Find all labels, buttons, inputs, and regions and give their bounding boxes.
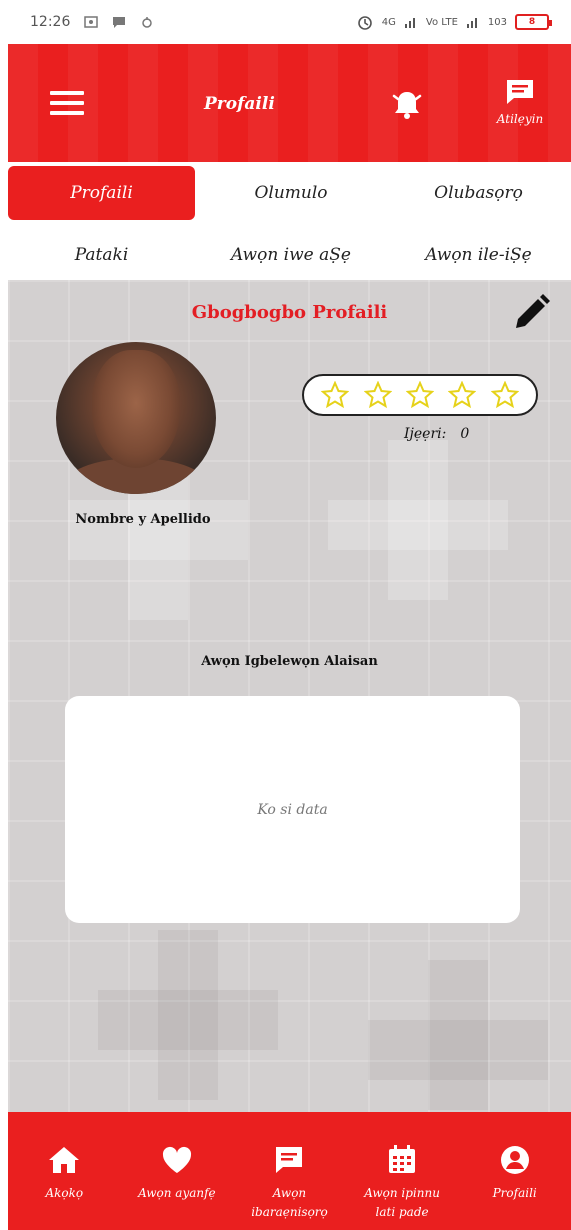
menu-icon-bar	[50, 111, 84, 115]
help-button[interactable]: Atilẹyin	[482, 78, 558, 126]
nav-appointments-label-line1: Awọn ipinnu	[364, 1186, 440, 1200]
nav-profile-label: Profaili	[492, 1186, 537, 1200]
battery-level: 8	[528, 17, 536, 27]
menu-icon-bar	[50, 101, 84, 105]
tab-documents[interactable]: Awọn iwe aṢẹ	[196, 228, 386, 282]
bg-cross-shape	[68, 500, 248, 560]
nav-home-label: Akọkọ	[45, 1186, 84, 1200]
star-icon[interactable]	[490, 381, 519, 409]
star-icon[interactable]	[363, 381, 392, 409]
user-circle-icon	[500, 1146, 529, 1174]
chat-icon	[507, 80, 533, 104]
screenshot-icon	[84, 16, 99, 28]
bg-cross-shape	[328, 500, 508, 550]
star-icon[interactable]	[448, 381, 477, 409]
nav-appointments-label-line2: lati pade	[375, 1204, 429, 1219]
nav-favorites[interactable]: Awọn ayanfẹ	[121, 1112, 234, 1230]
calendar-icon	[389, 1145, 416, 1173]
message-icon	[113, 17, 126, 28]
tab-profile[interactable]: Profaili	[8, 166, 195, 220]
network-type-1: 4G	[381, 16, 396, 28]
empty-state-text: Ko si data	[257, 801, 328, 818]
star-rating[interactable]	[302, 374, 538, 416]
reviews-count: Ijẹẹri: 0	[404, 426, 469, 442]
tab-pataki[interactable]: Pataki	[8, 228, 195, 282]
page-title: Profaili	[204, 94, 275, 114]
tab-workplaces[interactable]: Awọn ile-iṢẹ	[386, 228, 571, 282]
status-time: 12:26	[30, 14, 71, 30]
avatar[interactable]	[56, 342, 216, 494]
tab-contact[interactable]: Olubasọrọ	[386, 166, 571, 220]
user-name: Nombre y Apellido	[75, 512, 211, 527]
nav-chats-label-line1: Awọn	[272, 1186, 307, 1200]
status-left: 12:26	[30, 14, 154, 30]
status-right: 4G Vo LTE 103 8	[356, 13, 552, 31]
status-bar: 12:26 4G Vo LTE 103 8	[0, 0, 571, 44]
bell-icon[interactable]	[390, 88, 424, 120]
menu-button[interactable]	[50, 91, 84, 115]
app-header: Profaili Atilẹyin	[8, 44, 571, 162]
bg-cross-shape	[368, 1020, 548, 1080]
nav-chats[interactable]: Awọn ibaraẹnisọrọ	[233, 1112, 346, 1230]
profile-tabs: Profaili Olumulo Olubasọrọ Pataki Awọn i…	[0, 162, 571, 280]
nav-appointments[interactable]: Awọn ipinnu lati pade	[346, 1112, 459, 1230]
tab-users[interactable]: Olumulo	[196, 166, 386, 220]
reviews-label: Ijẹẹri:	[404, 426, 447, 442]
battery-icon: 8	[515, 14, 552, 30]
avatar-face	[92, 350, 180, 468]
notification-icon	[142, 17, 153, 28]
bottom-nav: Akọkọ Awọn ayanfẹ Awọn ibaraẹnisọrọ Awọn…	[8, 1112, 571, 1230]
star-icon[interactable]	[405, 381, 434, 409]
reviews-value: 0	[460, 426, 470, 442]
star-icon[interactable]	[321, 381, 350, 409]
patient-ratings-title: Awọn Igbelewọn Alaisan	[201, 654, 378, 669]
section-title: Gbogbogbo Profaili	[191, 302, 388, 323]
alarm-icon	[357, 16, 372, 30]
signal-icon-2	[466, 18, 477, 28]
bg-cross-shape	[98, 990, 278, 1050]
signal-icon	[404, 18, 415, 28]
nav-profile[interactable]: Profaili	[458, 1112, 571, 1230]
edit-pencil-icon[interactable]	[510, 292, 552, 334]
ratings-card: Ko si data	[65, 696, 520, 923]
home-icon	[49, 1147, 80, 1173]
profile-main: Gbogbogbo Profaili Nombre y Apellido Ijẹ…	[8, 280, 571, 1112]
nav-favorites-label: Awọn ayanfẹ	[138, 1186, 216, 1200]
network-type-2: Vo LTE	[425, 16, 458, 28]
network-speed: 103	[487, 16, 507, 28]
menu-icon-bar	[50, 91, 84, 95]
nav-home[interactable]: Akọkọ	[8, 1112, 121, 1230]
nav-appointments-label: Awọn ipinnu lati pade	[364, 1184, 440, 1221]
nav-chats-label: Awọn ibaraẹnisọrọ	[251, 1184, 328, 1221]
help-label: Atilẹyin	[496, 112, 544, 126]
heart-icon	[162, 1146, 191, 1173]
chat-icon	[276, 1147, 303, 1173]
nav-chats-label-line2: ibaraẹnisọrọ	[251, 1204, 328, 1219]
